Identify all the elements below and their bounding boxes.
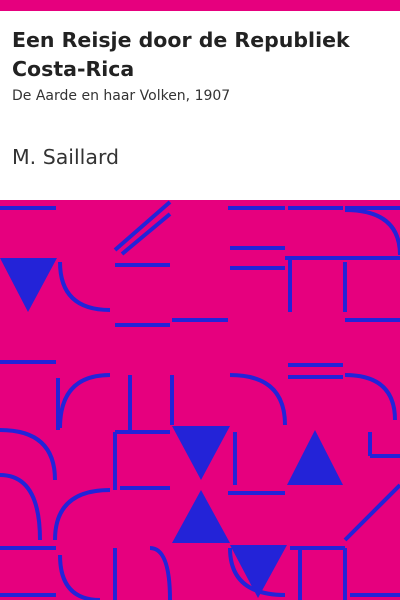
book-title: Een Reisje door de Republiek Costa-Rica — [12, 28, 350, 81]
book-subtitle: De Aarde en haar Volken, 1907 — [12, 88, 231, 104]
cover-header: Een Reisje door de Republiek Costa-Rica … — [12, 26, 392, 105]
cover-pattern — [0, 200, 400, 600]
book-author: M. Saillard — [12, 145, 120, 169]
top-accent-bar — [0, 0, 400, 11]
